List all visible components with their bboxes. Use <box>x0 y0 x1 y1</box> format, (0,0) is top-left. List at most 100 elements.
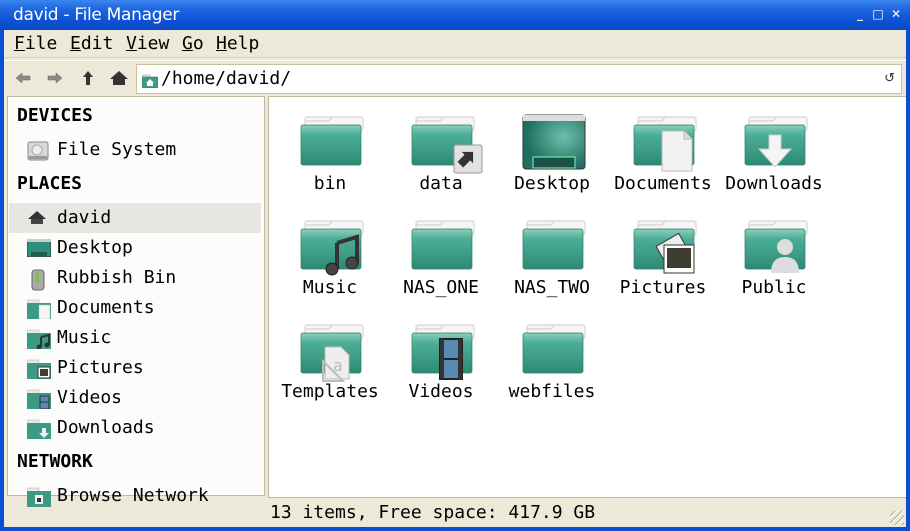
folder-videos-icon <box>26 389 51 410</box>
arrow-left-icon <box>15 72 31 84</box>
sidebar-item-rubbish-bin[interactable]: Rubbish Bin <box>9 263 261 293</box>
close-button[interactable]: ✕ <box>890 7 902 21</box>
folder-documents-icon <box>632 113 697 172</box>
up-button[interactable] <box>77 67 99 89</box>
sidebar-item-label: Pictures <box>57 357 144 378</box>
folder-documents-icon <box>26 299 51 320</box>
location-path[interactable]: /home/david/ <box>161 68 291 89</box>
trash-icon <box>27 269 49 291</box>
network-heading: NETWORK <box>17 451 93 472</box>
file-item[interactable]: Public <box>719 207 829 307</box>
toolbar: /home/david/ ↺ <box>4 60 906 94</box>
folder-icon <box>299 113 364 169</box>
menu-edit-label: dit <box>80 33 114 54</box>
sidebar-item-david[interactable]: david <box>9 203 261 233</box>
folder-icon <box>410 217 475 273</box>
menu-go[interactable]: Go <box>182 33 204 54</box>
devices-heading: DEVICES <box>17 105 93 126</box>
sidebar-item-videos[interactable]: Videos <box>9 383 261 413</box>
folder-link-icon <box>410 113 483 174</box>
file-item[interactable]: a Templates <box>275 311 385 411</box>
folder-downloads-icon <box>743 113 808 169</box>
file-item[interactable]: Desktop <box>497 103 607 203</box>
folder-pictures-icon <box>26 359 51 379</box>
status-text: 13 items, Free space: 417.9 GB <box>270 502 596 523</box>
folder-videos-icon <box>410 321 475 380</box>
folder-icon <box>521 321 586 377</box>
sidebar-item-label: Rubbish Bin <box>57 267 177 288</box>
arrow-up-icon <box>83 71 93 85</box>
home-folder-icon <box>141 73 159 93</box>
resize-grip[interactable] <box>890 511 904 525</box>
sidebar-item-downloads[interactable]: Downloads <box>9 413 261 443</box>
menu-go-label: o <box>192 33 204 54</box>
sidebar-item-music[interactable]: Music <box>9 323 261 353</box>
file-item[interactable]: bin <box>275 103 385 203</box>
file-item-label: webfiles <box>508 381 596 402</box>
menu-file-mnemonic: F <box>14 33 25 54</box>
places-heading: PLACES <box>17 173 83 194</box>
sidebar-item-label: Desktop <box>57 237 133 258</box>
home-button[interactable] <box>108 67 130 89</box>
desktop-icon <box>521 113 586 170</box>
sidebar-item-label: Music <box>57 327 112 348</box>
arrow-right-icon <box>47 72 63 84</box>
folder-icon <box>521 217 586 273</box>
back-button[interactable] <box>12 67 34 89</box>
menu-edit[interactable]: Edit <box>70 33 113 54</box>
menu-view-label: iew <box>136 33 170 54</box>
menu-view-mnemonic: V <box>126 33 137 54</box>
sidebar-item-label: File System <box>57 139 177 160</box>
location-bar[interactable]: /home/david/ ↺ <box>136 64 902 94</box>
network-folder-icon <box>26 487 51 507</box>
file-item[interactable]: Downloads <box>719 103 829 203</box>
menu-file[interactable]: File <box>14 33 57 54</box>
menu-help[interactable]: Help <box>216 33 259 54</box>
menu-help-mnemonic: H <box>216 33 227 54</box>
title-bar[interactable]: david - File Manager _ □ ✕ <box>0 0 910 30</box>
file-item-label: Public <box>741 277 807 298</box>
maximize-button[interactable]: □ <box>872 7 884 21</box>
file-item[interactable]: webfiles <box>497 311 607 411</box>
folder-downloads-icon <box>26 419 51 439</box>
folder-music-icon <box>299 217 364 276</box>
sidebar-item-label: Downloads <box>57 417 155 438</box>
minimize-button[interactable]: _ <box>854 7 866 21</box>
sidebar-item-label: Browse Network <box>57 485 209 506</box>
file-item[interactable]: NAS_TWO <box>497 207 607 307</box>
window-title: david - File Manager <box>13 5 180 25</box>
menu-go-mnemonic: G <box>182 33 193 54</box>
harddisk-icon <box>27 141 49 161</box>
sidebar-item-file-system[interactable]: File System <box>9 135 261 165</box>
sidebar-item-browse-network[interactable]: Browse Network <box>9 481 261 511</box>
menu-edit-mnemonic: E <box>70 33 81 54</box>
file-item[interactable]: Music <box>275 207 385 307</box>
reload-icon[interactable]: ↺ <box>884 71 895 86</box>
file-item-label: Downloads <box>725 173 823 194</box>
file-item[interactable]: Pictures <box>608 207 718 307</box>
folder-templates-icon: a <box>299 321 364 382</box>
desktop-icon <box>26 238 52 258</box>
sidebar-item-desktop[interactable]: Desktop <box>9 233 261 263</box>
file-item[interactable]: Videos <box>386 311 496 411</box>
file-item[interactable]: data <box>386 103 496 203</box>
menu-bar: File Edit View Go Help <box>4 30 906 58</box>
status-bar: 13 items, Free space: 417.9 GB <box>268 500 906 527</box>
menu-view[interactable]: View <box>126 33 169 54</box>
folder-public-icon <box>743 217 808 273</box>
sidebar-item-label: Videos <box>57 387 123 408</box>
sidebar-item-documents[interactable]: Documents <box>9 293 261 323</box>
file-item[interactable]: Documents <box>608 103 718 203</box>
file-manager-window: david - File Manager _ □ ✕ File Edit Vie… <box>0 0 910 531</box>
home-icon <box>110 71 128 85</box>
home-icon <box>27 209 49 227</box>
file-view[interactable]: bin data Desktop Documents Downloads Music NAS… <box>268 96 906 498</box>
folder-pictures-icon <box>632 217 697 274</box>
sidebar-item-pictures[interactable]: Pictures <box>9 353 261 383</box>
sidebar: DEVICES File System PLACES david Desktop… <box>7 96 265 507</box>
forward-button[interactable] <box>44 67 66 89</box>
sidebar-item-label: Documents <box>57 297 155 318</box>
folder-music-icon <box>26 329 51 350</box>
file-item[interactable]: NAS_ONE <box>386 207 496 307</box>
window-client: File Edit View Go Help /home/david/ ↺ DE… <box>4 30 906 527</box>
